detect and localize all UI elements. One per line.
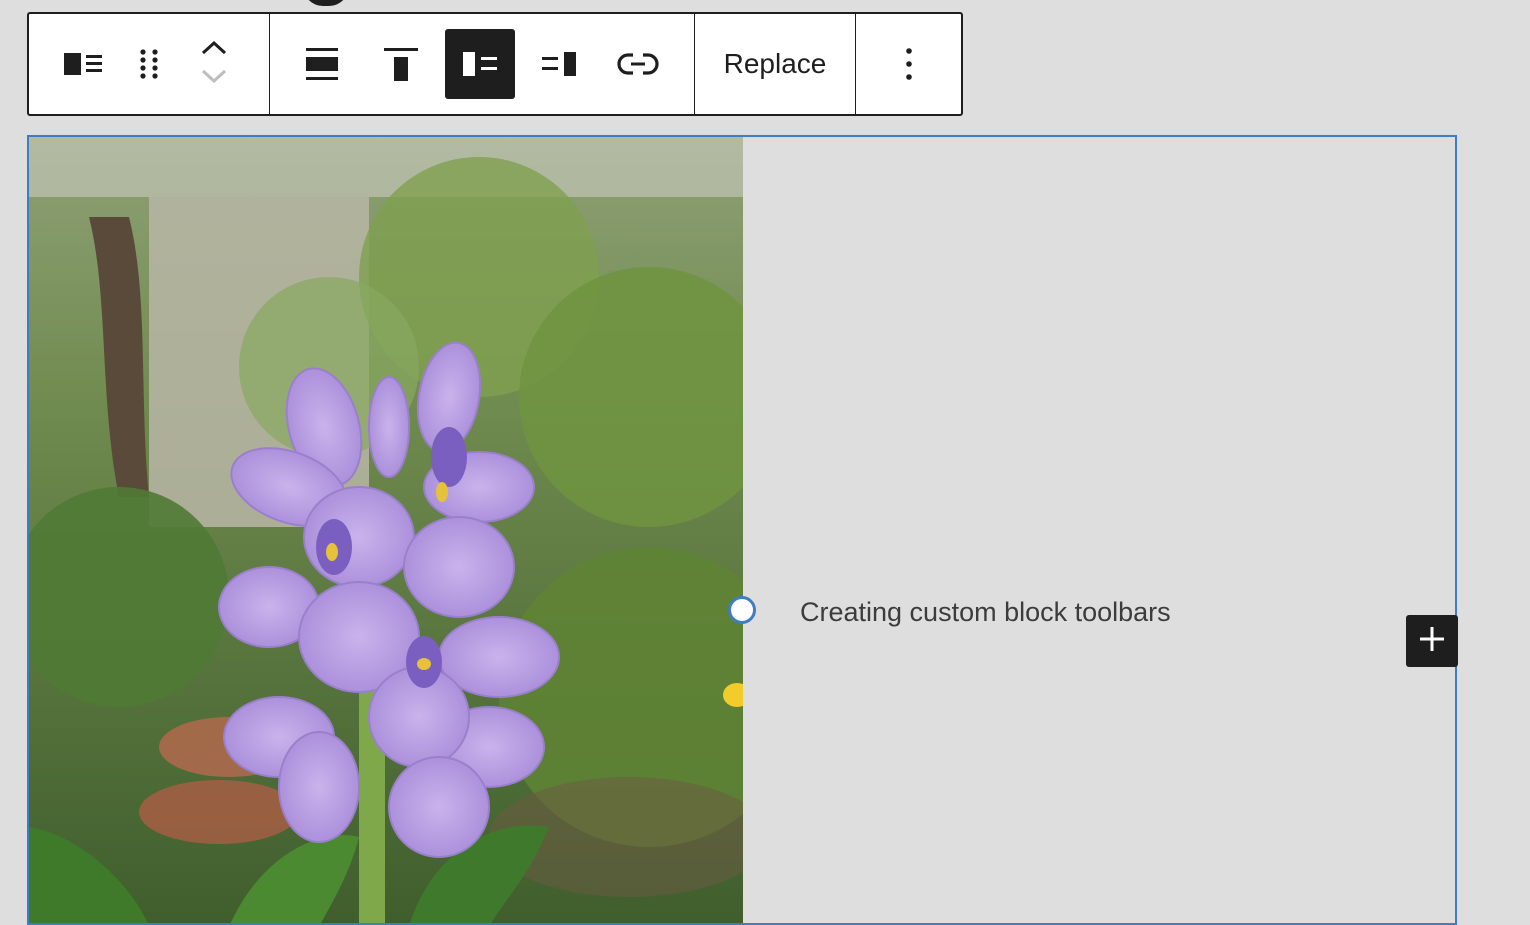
media-right-button[interactable] (524, 29, 594, 99)
toolbar-group-more (856, 14, 961, 114)
media-text-block[interactable]: Creating custom block toolbars (27, 135, 1458, 925)
flower-photo (29, 137, 743, 923)
vertical-align-top-button[interactable] (366, 29, 436, 99)
media-resize-handle[interactable] (728, 596, 756, 624)
chevron-down-icon (199, 69, 229, 90)
more-vertical-icon (904, 46, 914, 82)
vertical-align-top-icon (381, 44, 421, 84)
replace-button[interactable]: Replace (714, 29, 837, 99)
more-options-button[interactable] (884, 29, 934, 99)
drag-handle-button[interactable] (119, 29, 179, 99)
align-wide-button[interactable] (287, 29, 357, 99)
link-icon (616, 49, 660, 79)
toolbar-group-alignment (270, 14, 695, 114)
move-up-button[interactable] (199, 38, 229, 60)
block-switcher-button[interactable] (49, 29, 119, 99)
media-left-icon (460, 49, 500, 79)
block-mover (179, 38, 249, 90)
media-left-button[interactable] (445, 29, 515, 99)
cut-off-heading-glyph (303, 0, 349, 6)
media-text-content: Creating custom block toolbars (743, 137, 1455, 923)
plus-icon (1419, 626, 1445, 656)
move-down-button[interactable] (199, 68, 229, 90)
toolbar-group-replace: Replace (695, 14, 856, 114)
drag-handle-icon (137, 46, 161, 82)
media-image[interactable] (29, 137, 743, 923)
link-button[interactable] (603, 29, 673, 99)
media-text-icon (62, 49, 106, 79)
media-right-icon (539, 49, 579, 79)
block-inserter-button[interactable] (1406, 615, 1458, 667)
block-toolbar: Replace (27, 12, 963, 116)
align-wide-icon (302, 44, 342, 84)
paragraph-text[interactable]: Creating custom block toolbars (800, 597, 1171, 628)
toolbar-group-block (29, 14, 270, 114)
chevron-up-icon (199, 40, 229, 60)
